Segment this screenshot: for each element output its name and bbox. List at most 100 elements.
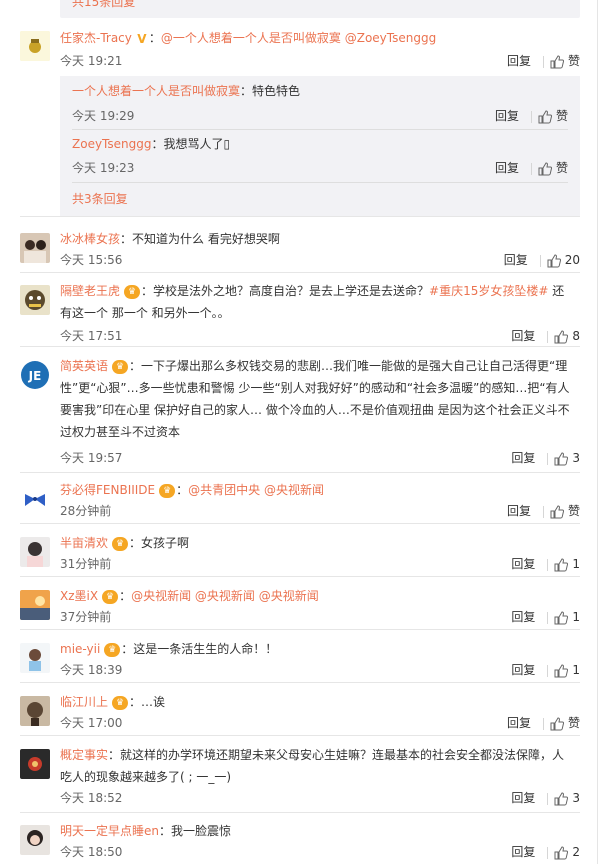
comment-author[interactable]: Xz墨iX <box>60 589 98 603</box>
thumbs-up-icon[interactable] <box>538 109 552 124</box>
comment-text: ：就这样的办学环境还期望未来父母安心生娃嘛？连最基本的社会安全都没法保障，人吃人… <box>60 748 565 784</box>
comment-item: 半亩清欢 ♛ ：女孩子啊 31分钟前 回复 1 <box>20 532 580 577</box>
sub-reply-author[interactable]: ZoeyTsenggg <box>72 137 151 151</box>
divider <box>530 162 532 175</box>
like-count[interactable]: 1 <box>572 557 580 571</box>
avatar[interactable] <box>20 31 50 61</box>
thumbs-up-icon[interactable] <box>554 451 569 466</box>
avatar[interactable] <box>20 285 50 315</box>
reply-button[interactable]: 回复 <box>495 161 519 175</box>
comment-item: 临江川上 ♛ ：…诶 今天 17:00 回复 赞 <box>20 691 580 736</box>
divider <box>547 452 549 465</box>
thumbs-up-icon[interactable] <box>550 504 564 519</box>
reply-button[interactable]: 回复 <box>504 253 528 267</box>
sub-reply-actions: 回复 赞 <box>495 160 568 176</box>
comment-actions: 回复 8 <box>511 328 580 344</box>
vip-crown-icon: ♛ <box>112 359 129 374</box>
verified-badge-icon: V <box>137 31 147 46</box>
comment-actions: 回复 赞 <box>507 715 580 731</box>
thumbs-up-icon[interactable] <box>554 610 569 625</box>
avatar[interactable] <box>20 696 50 726</box>
sub-reply-author[interactable]: 一个人想着一个人是否叫做寂寞 <box>72 84 240 98</box>
comment-item: 概定事实：就这样的办学环境还期望未来父母安心生娃嘛？连最基本的社会安全都没法保障… <box>20 744 580 813</box>
comment-author[interactable]: 明天一定早点睡en <box>60 824 159 838</box>
reply-button[interactable]: 回复 <box>511 451 535 465</box>
avatar[interactable] <box>20 590 50 620</box>
avatar[interactable]: JE <box>20 360 50 390</box>
thumbs-up-icon[interactable] <box>547 253 561 268</box>
like-count[interactable]: 3 <box>572 791 580 805</box>
avatar[interactable] <box>20 643 50 673</box>
sub-reply-time: 今天 19:29 <box>72 109 135 123</box>
vip-crown-icon: ♛ <box>104 642 121 657</box>
comment-author[interactable]: 简英英语 <box>60 359 108 373</box>
reply-button[interactable]: 回复 <box>511 610 535 624</box>
reply-button[interactable]: 回复 <box>511 791 535 805</box>
avatar[interactable] <box>20 233 50 263</box>
comment-author[interactable]: mie-yii <box>60 642 100 656</box>
more-replies-link[interactable]: 共15条回复 <box>72 0 135 10</box>
comment-author[interactable]: 半亩清欢 <box>60 536 108 550</box>
like-count[interactable]: 3 <box>572 451 580 465</box>
like-count[interactable]: 赞 <box>568 716 580 730</box>
comment-text: ：一下子爆出那么多权钱交易的悲剧…我们唯一能做的是强大自己让自己活得更“理性”更… <box>60 359 570 439</box>
thumbs-up-icon[interactable] <box>554 329 569 344</box>
reply-button[interactable]: 回复 <box>507 716 531 730</box>
like-count[interactable]: 2 <box>572 845 580 859</box>
like-count[interactable]: 赞 <box>568 54 580 68</box>
vip-crown-icon: ♛ <box>102 589 119 604</box>
avatar[interactable] <box>20 484 50 514</box>
comment-item: Xz墨iX ♛ ：@央视新闻 @央视新闻 @央视新闻 37分钟前 回复 1 <box>20 585 580 630</box>
thumbs-up-icon[interactable] <box>554 845 569 860</box>
comment-mentions[interactable]: @央视新闻 @央视新闻 @央视新闻 <box>131 589 319 603</box>
comment-author[interactable]: 临江川上 <box>60 695 108 709</box>
like-count[interactable]: 1 <box>572 663 580 677</box>
comment-item: 芬必得FENBIIIDE ♛ ：@共青团中央 @央视新闻 28分钟前 回复 赞 <box>20 479 580 524</box>
like-count[interactable]: 赞 <box>556 161 568 175</box>
more-replies-link[interactable]: 共3条回复 <box>72 190 128 208</box>
divider <box>542 55 544 68</box>
comment-author[interactable]: 任家杰-Tracy <box>60 31 132 45</box>
like-count[interactable]: 8 <box>572 329 580 343</box>
hashtag-link[interactable]: #重庆15岁女孩坠楼# <box>429 284 548 298</box>
reply-button[interactable]: 回复 <box>511 557 535 571</box>
comment-actions: 回复 1 <box>511 609 580 625</box>
comment-author[interactable]: 冰冰棒女孩 <box>60 232 120 246</box>
avatar[interactable] <box>20 537 50 567</box>
avatar[interactable] <box>20 825 50 855</box>
thumbs-up-icon[interactable] <box>550 54 564 69</box>
divider <box>539 254 541 267</box>
like-count[interactable]: 20 <box>565 253 580 267</box>
reply-button[interactable]: 回复 <box>507 53 531 69</box>
divider <box>547 558 549 571</box>
thumbs-up-icon[interactable] <box>550 716 564 731</box>
comment-time: 今天 19:57 <box>60 451 123 465</box>
reply-button[interactable]: 回复 <box>495 109 519 123</box>
like-count[interactable]: 1 <box>572 610 580 624</box>
thumbs-up-icon[interactable] <box>554 557 569 572</box>
reply-button[interactable]: 回复 <box>507 504 531 518</box>
comment-body: 简英英语 ♛ ：一下子爆出那么多权钱交易的悲剧…我们唯一能做的是强大自己让自己活得更… <box>60 355 574 443</box>
comment-author[interactable]: 概定事实 <box>60 748 108 762</box>
divider <box>547 664 549 677</box>
thumbs-up-icon[interactable] <box>554 791 569 806</box>
comment-author[interactable]: 芬必得FENBIIIDE <box>60 483 155 497</box>
like-count[interactable]: 赞 <box>568 504 580 518</box>
comment-mentions[interactable]: @共青团中央 @央视新闻 <box>188 483 324 497</box>
comment-time: 今天 18:52 <box>60 791 123 805</box>
comment-time: 28分钟前 <box>60 504 112 518</box>
reply-button[interactable]: 回复 <box>511 845 535 859</box>
comment-mentions[interactable]: @一个人想着一个人是否叫做寂寞 @ZoeyTsenggg <box>161 31 436 45</box>
vip-crown-icon: ♛ <box>159 483 176 498</box>
comment-item: 明天一定早点睡en：我一脸震惊 今天 18:50 回复 2 <box>20 820 580 864</box>
thumbs-up-icon[interactable] <box>538 161 552 176</box>
thumbs-up-icon[interactable] <box>554 663 569 678</box>
sub-reply-actions: 回复 赞 <box>495 108 568 124</box>
avatar[interactable] <box>20 749 50 779</box>
divider <box>547 846 549 859</box>
comment-author[interactable]: 隔壁老王虎 <box>60 284 120 298</box>
reply-button[interactable]: 回复 <box>511 663 535 677</box>
like-count[interactable]: 赞 <box>556 109 568 123</box>
svg-text:JE: JE <box>28 369 42 383</box>
reply-button[interactable]: 回复 <box>511 329 535 343</box>
